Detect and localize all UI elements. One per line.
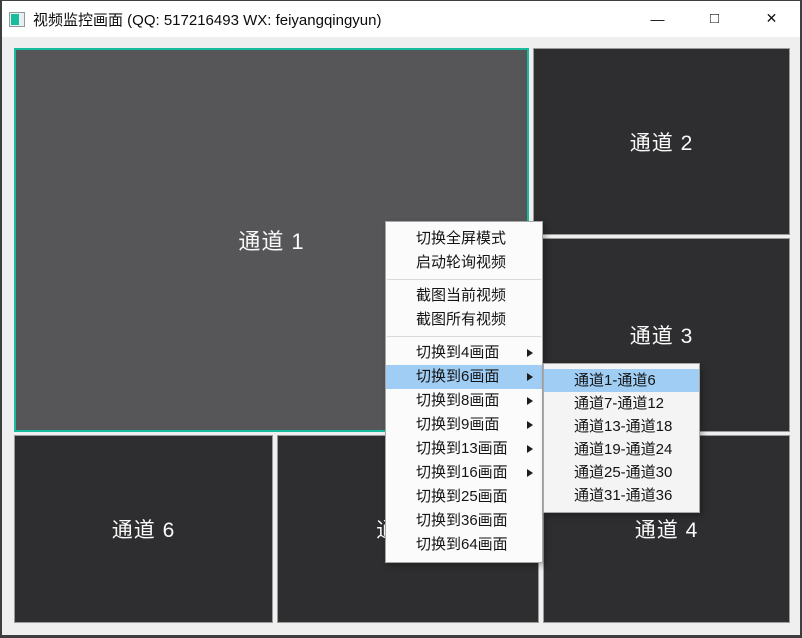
menu-item-snapshot-all[interactable]: 截图所有视频 (386, 308, 542, 332)
close-button[interactable]: ✕ (743, 1, 800, 36)
channel-label: 通道 6 (112, 514, 176, 544)
menu-item-layout-36[interactable]: 切换到36画面 (386, 509, 542, 533)
menu-item-layout-25[interactable]: 切换到25画面 (386, 485, 542, 509)
channel-label: 通道 2 (630, 127, 694, 157)
submenu-item-ch7-12[interactable]: 通道7-通道12 (544, 392, 699, 415)
submenu-item-ch19-24[interactable]: 通道19-通道24 (544, 438, 699, 461)
submenu-arrow-icon (527, 445, 533, 453)
submenu-item-ch31-36[interactable]: 通道31-通道36 (544, 484, 699, 507)
menu-item-layout-9[interactable]: 切换到9画面 (386, 413, 542, 437)
channel-range-submenu: 通道1-通道6 通道7-通道12 通道13-通道18 通道19-通道24 通道2… (543, 363, 700, 513)
submenu-item-ch1-6[interactable]: 通道1-通道6 (544, 369, 699, 392)
submenu-arrow-icon (527, 349, 533, 357)
channel-label: 通道 4 (635, 514, 699, 544)
app-window: 视频监控画面 (QQ: 517216493 WX: feiyangqingyun… (0, 0, 802, 638)
submenu-arrow-icon (527, 421, 533, 429)
submenu-arrow-icon (527, 373, 533, 381)
menu-item-start-poll[interactable]: 启动轮询视频 (386, 251, 542, 275)
menu-item-layout-16[interactable]: 切换到16画面 (386, 461, 542, 485)
submenu-arrow-icon (527, 469, 533, 477)
app-icon (9, 12, 25, 27)
submenu-item-ch13-18[interactable]: 通道13-通道18 (544, 415, 699, 438)
maximize-button[interactable]: □ (686, 1, 743, 36)
context-menu: 切换全屏模式 启动轮询视频 截图当前视频 截图所有视频 切换到4画面 切换到6画… (385, 221, 543, 563)
menu-separator (387, 336, 541, 337)
channel-label: 通道 3 (630, 320, 694, 350)
menu-item-layout-8[interactable]: 切换到8画面 (386, 389, 542, 413)
channel-label: 通道 1 (238, 224, 304, 256)
menu-item-layout-13[interactable]: 切换到13画面 (386, 437, 542, 461)
channel-cell-6[interactable]: 通道 6 (14, 435, 273, 623)
minimize-button[interactable]: — (629, 1, 686, 36)
menu-item-layout-4[interactable]: 切换到4画面 (386, 341, 542, 365)
submenu-arrow-icon (527, 397, 533, 405)
titlebar[interactable]: 视频监控画面 (QQ: 517216493 WX: feiyangqingyun… (2, 1, 800, 37)
menu-separator (387, 279, 541, 280)
menu-item-fullscreen[interactable]: 切换全屏模式 (386, 227, 542, 251)
menu-item-snapshot-current[interactable]: 截图当前视频 (386, 284, 542, 308)
submenu-item-ch25-30[interactable]: 通道25-通道30 (544, 461, 699, 484)
window-title: 视频监控画面 (QQ: 517216493 WX: feiyangqingyun… (33, 9, 382, 30)
menu-item-layout-64[interactable]: 切换到64画面 (386, 533, 542, 557)
window-controls: — □ ✕ (629, 1, 800, 36)
menu-item-layout-6[interactable]: 切换到6画面 (386, 365, 542, 389)
channel-cell-2[interactable]: 通道 2 (533, 48, 790, 235)
